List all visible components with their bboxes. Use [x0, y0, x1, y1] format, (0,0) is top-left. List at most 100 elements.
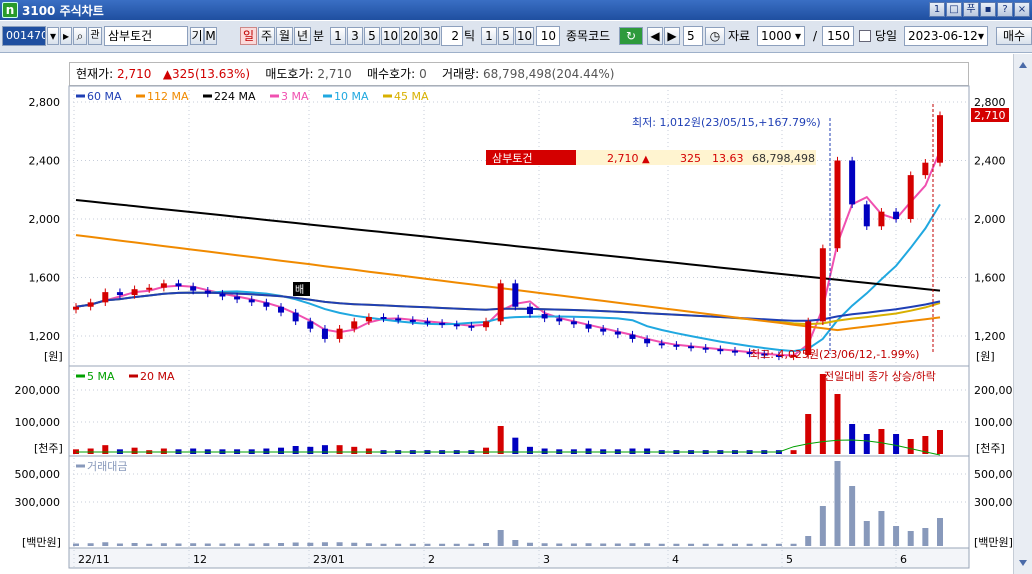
- amount-bar: [761, 543, 768, 546]
- volume-bar: [805, 414, 812, 454]
- stock-chart[interactable]: 60 MA 112 MA 224 MA 3 MA 10 MA 45 MA 5 MA 20 M…: [0, 54, 1013, 574]
- y-tick-left: 2,400: [29, 155, 61, 168]
- amount-bar: [541, 543, 548, 546]
- amount-bar: [365, 543, 372, 546]
- period-week[interactable]: 주: [258, 27, 275, 45]
- candle-body: [424, 321, 431, 324]
- amount-bar: [570, 543, 577, 546]
- visible-count-input[interactable]: 150: [822, 26, 854, 46]
- chevron-down-icon: ▾: [794, 29, 801, 43]
- tick-5[interactable]: 5: [498, 27, 514, 45]
- candle-body: [849, 160, 856, 205]
- candle-body: [468, 325, 475, 328]
- candle-body: [731, 350, 738, 353]
- volume-bar: [585, 448, 592, 454]
- menu-button[interactable]: ▪: [980, 2, 996, 17]
- y-tick-right: 1,200: [974, 330, 1006, 343]
- gi-button[interactable]: 기: [190, 27, 204, 45]
- step-input[interactable]: 5: [683, 26, 703, 46]
- today-checkbox[interactable]: [859, 30, 871, 42]
- prev-arrow-icon[interactable]: ◀: [647, 27, 663, 45]
- legend-label: 5 MA: [87, 370, 115, 383]
- amount-bar: [131, 543, 138, 546]
- amount-bar: [336, 542, 343, 546]
- pin-button[interactable]: 푸: [963, 2, 979, 17]
- amount-bar: [497, 530, 504, 546]
- app-logo-icon: n: [2, 2, 18, 18]
- amount-bar: [263, 543, 270, 546]
- stock-code-input[interactable]: 001470: [2, 26, 46, 46]
- legend-label: 112 MA: [147, 90, 189, 103]
- last-price-tag: 2,710: [974, 109, 1006, 122]
- amount-bar: [146, 543, 153, 546]
- y-tick-right: 500,000: [974, 468, 1013, 481]
- volume-bar: [863, 434, 870, 454]
- candle-body: [834, 160, 841, 249]
- window-controls: 1 □ 푸 ▪ ? ×: [929, 2, 1030, 17]
- count-select[interactable]: 1000 ▾: [757, 26, 805, 46]
- restore-icon[interactable]: □: [946, 2, 962, 17]
- m-button[interactable]: M: [204, 27, 217, 45]
- tick-input[interactable]: 2: [441, 26, 463, 46]
- period-year[interactable]: 년: [294, 27, 311, 45]
- amount-bar: [453, 543, 460, 546]
- scroll-down-icon[interactable]: [1019, 560, 1027, 566]
- order-buy-button[interactable]: 매수: [996, 27, 1032, 45]
- candle-body: [439, 322, 446, 325]
- x-tick-label: 12: [193, 553, 207, 566]
- candle-body: [292, 312, 299, 322]
- vertical-scrollbar[interactable]: [1013, 54, 1032, 574]
- related-button[interactable]: 관: [88, 27, 102, 45]
- volume-bars: [73, 374, 943, 456]
- minute-30[interactable]: 30: [421, 27, 440, 45]
- buy-marker[interactable]: 배: [295, 284, 304, 296]
- amount-bar: [585, 543, 592, 546]
- tick-count-input[interactable]: 10: [536, 26, 560, 46]
- window-title: 3100 주식차트: [22, 3, 104, 18]
- y-tick-left: 2,800: [29, 96, 61, 109]
- candle-body: [263, 302, 270, 307]
- name-box-price: 2,710: [607, 152, 639, 165]
- candle-body: [160, 283, 167, 288]
- next-arrow-icon[interactable]: ▸: [60, 27, 72, 45]
- volume-note: 전일대비 종가 상승/하락: [824, 369, 936, 383]
- volume-bar: [497, 426, 504, 454]
- period-day[interactable]: 일: [240, 27, 257, 45]
- y-tick-right: 300,000: [974, 496, 1013, 509]
- amount-bar: [849, 486, 856, 546]
- stock-name-field: 삼부토건: [104, 26, 188, 46]
- candle-body: [87, 302, 94, 307]
- x-tick-label: 3: [543, 553, 550, 566]
- toolbar: 001470 ▾ ▸ ⌕ 관 삼부토건 기 M 일 주 월 년 분 1 3 5 …: [0, 21, 1032, 53]
- amount-bar: [556, 543, 563, 546]
- amount-bar: [717, 543, 724, 546]
- minute-1[interactable]: 1: [330, 27, 346, 45]
- scroll-up-icon[interactable]: [1019, 62, 1027, 68]
- tick-1[interactable]: 1: [481, 27, 497, 45]
- amount-bar: [819, 506, 826, 546]
- code-dropdown-icon[interactable]: ▾: [47, 27, 59, 45]
- minute-3[interactable]: 3: [347, 27, 363, 45]
- date-picker[interactable]: 2023-06-12 ▾: [904, 26, 988, 46]
- next-step-arrow-icon[interactable]: ▶: [664, 27, 680, 45]
- minute-10[interactable]: 10: [381, 27, 400, 45]
- period-month[interactable]: 월: [276, 27, 293, 45]
- candle-body: [863, 204, 870, 227]
- close-button[interactable]: ×: [1014, 2, 1030, 17]
- tick-10[interactable]: 10: [515, 27, 534, 45]
- search-icon[interactable]: ⌕: [73, 27, 87, 45]
- volume-unit-left: [천주]: [34, 441, 63, 455]
- clock-icon[interactable]: ◷: [705, 27, 725, 45]
- minute-5[interactable]: 5: [364, 27, 380, 45]
- legend-label: 224 MA: [214, 90, 256, 103]
- window-btn-1[interactable]: 1: [929, 2, 945, 17]
- y-tick-right: 100,000: [974, 416, 1013, 429]
- amount-bar: [658, 543, 665, 546]
- y-tick-right: 2,400: [974, 155, 1006, 168]
- tick-label: 틱: [464, 29, 476, 43]
- amount-bar: [248, 543, 255, 546]
- candle-body: [585, 324, 592, 329]
- refresh-icon[interactable]: ↻: [619, 27, 643, 45]
- minute-20[interactable]: 20: [401, 27, 420, 45]
- help-button[interactable]: ?: [997, 2, 1013, 17]
